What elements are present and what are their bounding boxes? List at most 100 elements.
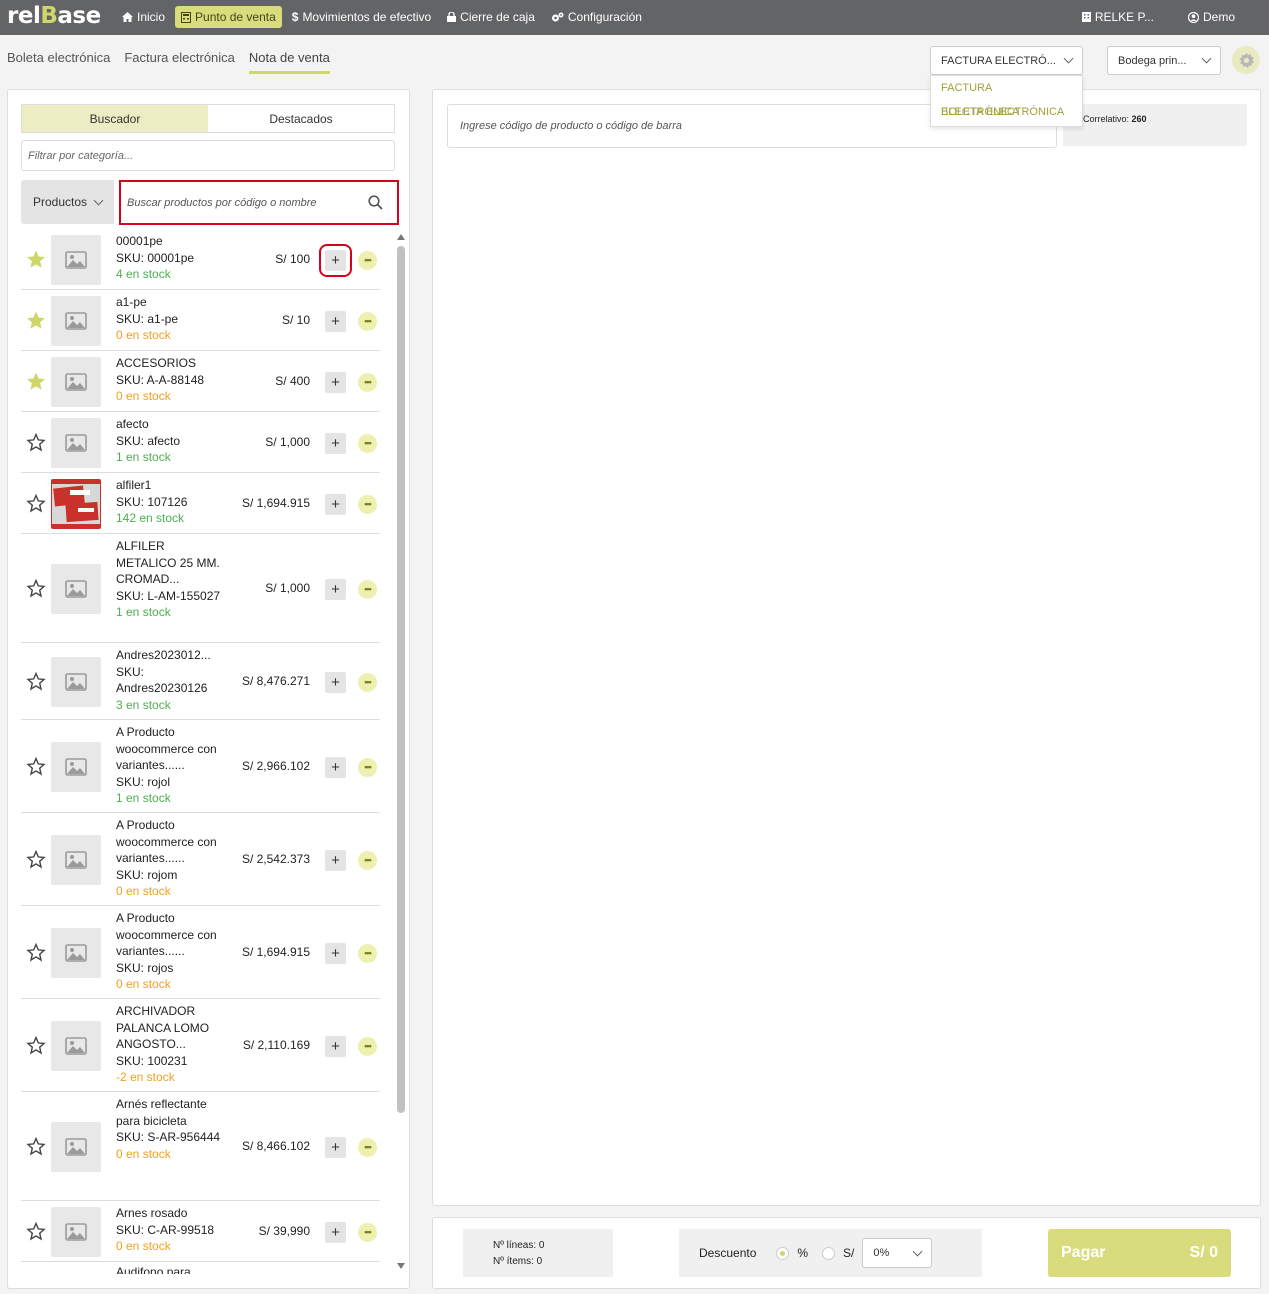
product-name: A Producto woocommerce con variantes....…: [116, 911, 217, 958]
star-outline-icon[interactable]: [26, 493, 46, 516]
product-image-placeholder-icon: [51, 295, 101, 346]
correlative-box: Correlativo: 260: [1063, 104, 1247, 146]
product-sku: SKU: afecto: [116, 433, 181, 448]
add-to-cart-button[interactable]: +: [319, 243, 352, 277]
product-sku: SKU: rojom: [116, 867, 178, 882]
add-to-cart-button[interactable]: +: [325, 371, 346, 393]
add-to-cart-button[interactable]: +: [325, 493, 346, 515]
more-options-icon[interactable]: •••: [358, 311, 377, 331]
product-row[interactable]: A Producto woocommerce con variantes....…: [21, 906, 380, 999]
product-sku: SKU: C-AR-99518: [116, 1222, 215, 1237]
scroll-up-arrow[interactable]: [397, 234, 405, 240]
add-to-cart-button[interactable]: +: [325, 1035, 346, 1057]
product-row[interactable]: a1-pe SKU: a1-pe 0 en stock S/ 10 + •••: [21, 290, 380, 351]
star-outline-icon[interactable]: [26, 849, 46, 872]
product-row[interactable]: A Producto woocommerce con variantes....…: [21, 720, 380, 813]
category-filter-input[interactable]: Filtrar por categoría...: [21, 140, 395, 171]
product-image-placeholder-icon: [51, 1020, 101, 1071]
product-stock: 0 en stock: [116, 328, 171, 342]
more-options-icon[interactable]: •••: [358, 1137, 377, 1157]
more-options-icon[interactable]: •••: [358, 1222, 377, 1242]
product-name: Audifono para...: [116, 1265, 201, 1274]
option-boleta[interactable]: BOLETA ELECTRÓNICA: [931, 100, 1082, 124]
product-sku: SKU: 100231: [116, 1053, 188, 1068]
option-factura[interactable]: FACTURA ELECTRÓNICA: [931, 76, 1082, 118]
warehouse-value: Bodega prin...: [1118, 54, 1187, 67]
add-to-cart-button[interactable]: +: [325, 849, 346, 871]
add-to-cart-button[interactable]: +: [325, 756, 346, 778]
company-menu[interactable]: RELKE P...: [1081, 6, 1154, 28]
more-options-icon[interactable]: •••: [358, 250, 377, 270]
product-search-input[interactable]: Buscar productos por código o nombre: [119, 180, 399, 225]
product-row[interactable]: afecto SKU: afecto 1 en stock S/ 1,000 + •••: [21, 412, 380, 473]
scrollbar-thumb[interactable]: [397, 246, 405, 1113]
product-row[interactable]: ACCESORIOS SKU: A-A-88148 0 en stock S/ 400…: [21, 351, 380, 412]
add-to-cart-button[interactable]: +: [325, 432, 346, 454]
tab-nota-venta[interactable]: Nota de venta: [248, 50, 330, 74]
product-row[interactable]: ALFILER METALICO 25 MM. CROMAD... SKU: L-…: [21, 534, 380, 643]
add-to-cart-button[interactable]: +: [325, 578, 346, 600]
star-outline-icon[interactable]: [26, 432, 46, 455]
more-options-icon[interactable]: •••: [358, 1036, 377, 1056]
nav-home[interactable]: Inicio: [116, 6, 171, 28]
star-filled-icon[interactable]: [26, 311, 46, 333]
product-row[interactable]: ARCHIVADOR PALANCA LOMO ANGOSTO... SKU: 1…: [21, 999, 380, 1092]
more-options-icon[interactable]: •••: [358, 579, 377, 599]
product-row[interactable]: Arnes rosado SKU: C-AR-99518 0 en stock S/ …: [21, 1201, 380, 1262]
product-name: Arnes rosado: [116, 1206, 188, 1220]
star-outline-icon[interactable]: [26, 942, 46, 965]
lock-icon: [447, 12, 457, 22]
nav-config[interactable]: Configuración: [545, 6, 648, 28]
document-type-select[interactable]: FACTURA ELECTRÓ...: [930, 46, 1083, 75]
more-options-icon[interactable]: •••: [358, 494, 377, 514]
product-type-select[interactable]: Productos: [21, 180, 114, 224]
product-row[interactable]: Andres2023012... SKU: Andres20230126 3 en …: [21, 643, 380, 720]
more-options-icon[interactable]: •••: [358, 433, 377, 453]
user-menu[interactable]: Demo: [1187, 6, 1235, 28]
more-options-icon[interactable]: •••: [358, 850, 377, 870]
nav-cash-movements[interactable]: $ Movimientos de efectivo: [286, 6, 437, 28]
scroll-down-arrow[interactable]: [397, 1263, 405, 1269]
settings-button[interactable]: [1232, 46, 1260, 74]
tab-boleta[interactable]: Boleta electrónica: [7, 50, 110, 74]
more-options-icon[interactable]: •••: [358, 372, 377, 392]
add-to-cart-button[interactable]: +: [325, 1136, 346, 1158]
relbase-logo[interactable]: relBase: [7, 3, 101, 29]
warehouse-select[interactable]: Bodega prin...: [1107, 46, 1221, 75]
product-row[interactable]: alfiler1 SKU: 107126 142 en stock S/ 1,694.…: [21, 473, 380, 534]
add-to-cart-button[interactable]: +: [325, 1221, 346, 1243]
discount-percent-radio[interactable]: [776, 1246, 790, 1260]
star-outline-icon[interactable]: [26, 671, 46, 694]
nav-cash-close[interactable]: Cierre de caja: [441, 6, 541, 28]
add-to-cart-button[interactable]: +: [325, 942, 346, 964]
product-image-placeholder-icon: [51, 927, 101, 978]
add-to-cart-button[interactable]: +: [325, 310, 346, 332]
discount-soles-radio[interactable]: [822, 1246, 836, 1260]
user-circle-icon: [1187, 11, 1199, 23]
star-outline-icon[interactable]: [26, 578, 46, 601]
search-icon[interactable]: [368, 195, 383, 210]
star-outline-icon[interactable]: [26, 1136, 46, 1159]
product-row[interactable]: Arnés reflectante para bicicleta SKU: S-A…: [21, 1092, 380, 1201]
tab-featured[interactable]: Destacados: [208, 105, 394, 132]
nav-pos[interactable]: Punto de venta: [175, 6, 282, 28]
pay-button[interactable]: Pagar S/ 0: [1048, 1229, 1231, 1277]
product-row[interactable]: 00001pe SKU: 00001pe 4 en stock S/ 100 + •••: [21, 229, 380, 290]
document-tabs: Boleta electrónica Factura electrónica N…: [7, 50, 330, 74]
discount-value-select[interactable]: 0%: [862, 1238, 933, 1268]
star-filled-icon[interactable]: [26, 372, 46, 394]
star-outline-icon[interactable]: [26, 1035, 46, 1058]
product-row[interactable]: Audifono para...: [21, 1262, 380, 1274]
product-price: S/ 400: [275, 373, 310, 388]
tab-search[interactable]: Buscador: [22, 105, 208, 132]
product-stock: -2 en stock: [116, 1070, 175, 1084]
star-filled-icon[interactable]: [26, 250, 46, 272]
tab-factura[interactable]: Factura electrónica: [124, 50, 235, 74]
star-outline-icon[interactable]: [26, 756, 46, 779]
more-options-icon[interactable]: •••: [358, 672, 377, 692]
product-row[interactable]: A Producto woocommerce con variantes....…: [21, 813, 380, 906]
more-options-icon[interactable]: •••: [358, 943, 377, 963]
add-to-cart-button[interactable]: +: [325, 671, 346, 693]
star-outline-icon[interactable]: [26, 1221, 46, 1244]
more-options-icon[interactable]: •••: [358, 757, 377, 777]
